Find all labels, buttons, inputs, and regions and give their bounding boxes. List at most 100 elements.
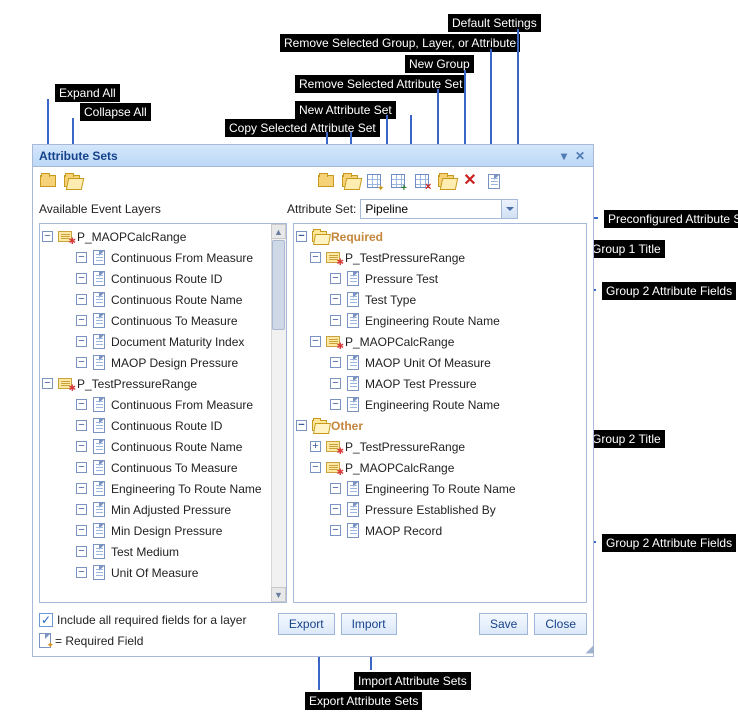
group-node[interactable]: −Other (296, 415, 584, 436)
attribute-set-tree[interactable]: −Required−P_TestPressureRange−Pressure T… (293, 223, 587, 603)
attribute-node[interactable]: −Continuous To Measure (42, 457, 284, 478)
toggle-icon[interactable]: − (76, 420, 87, 431)
remove-attribute-set-button[interactable] (411, 171, 433, 191)
layer-icon (325, 441, 341, 452)
node-label: Min Design Pressure (111, 524, 222, 538)
toggle-icon[interactable]: − (310, 252, 321, 263)
attribute-node[interactable]: −Unit Of Measure (42, 562, 284, 583)
toggle-icon[interactable]: − (76, 504, 87, 515)
attribute-node[interactable]: −Continuous To Measure (42, 310, 284, 331)
field-icon (91, 523, 107, 538)
attribute-node[interactable]: − Engineering Route Name (296, 394, 584, 415)
attribute-node[interactable]: −Continuous Route ID (42, 415, 284, 436)
attribute-node[interactable]: −MAOP Test Pressure (296, 373, 584, 394)
resize-handle[interactable]: ◢ (586, 642, 592, 655)
toggle-icon[interactable]: − (330, 294, 341, 305)
toggle-icon[interactable]: − (42, 378, 53, 389)
dropdown-icon[interactable]: ▾ (557, 149, 571, 163)
attribute-set-combo[interactable] (360, 199, 518, 219)
attribute-node[interactable]: −Continuous From Measure (42, 394, 284, 415)
attribute-set-input[interactable] (361, 200, 501, 218)
callout-import: Import Attribute Sets (354, 672, 471, 690)
layer-node[interactable]: −P_TestPressureRange (296, 247, 584, 268)
panel-title: Attribute Sets (39, 149, 118, 163)
attribute-node[interactable]: −Pressure Test (296, 268, 584, 289)
import-button[interactable]: Import (341, 613, 397, 635)
attribute-node[interactable]: −Continuous Route ID (42, 268, 284, 289)
toggle-icon[interactable]: − (330, 483, 341, 494)
layer-node[interactable]: −P_MAOPCalcRange (296, 331, 584, 352)
toggle-icon[interactable]: − (76, 441, 87, 452)
chevron-down-icon[interactable] (501, 200, 517, 218)
new-group-button[interactable] (435, 171, 457, 191)
toggle-icon[interactable]: − (330, 504, 341, 515)
toggle-icon[interactable]: − (296, 420, 307, 431)
attribute-node[interactable]: − Min Design Pressure (42, 520, 284, 541)
attribute-node[interactable]: −Continuous Route Name (42, 436, 284, 457)
expand-right-button[interactable] (315, 171, 337, 191)
expand-all-button[interactable] (37, 171, 59, 191)
scroll-thumb[interactable] (272, 240, 285, 330)
layer-node[interactable]: −P_MAOPCalcRange (42, 226, 284, 247)
toggle-icon[interactable]: − (76, 336, 87, 347)
export-button[interactable]: Export (278, 613, 335, 635)
toggle-icon[interactable]: − (76, 294, 87, 305)
save-button[interactable]: Save (479, 613, 528, 635)
layer-node[interactable]: +P_TestPressureRange (296, 436, 584, 457)
attribute-node[interactable]: − Engineering To Route Name (296, 478, 584, 499)
layer-node[interactable]: −P_TestPressureRange (42, 373, 284, 394)
attribute-node[interactable]: −Engineering Route Name (296, 310, 584, 331)
toggle-icon[interactable]: − (330, 399, 341, 410)
attribute-node[interactable]: −Min Adjusted Pressure (42, 499, 284, 520)
toggle-icon[interactable]: − (76, 252, 87, 263)
collapse-all-button[interactable] (61, 171, 83, 191)
include-required-checkbox[interactable]: ✓ (39, 613, 53, 627)
toggle-icon[interactable]: − (310, 336, 321, 347)
toggle-icon[interactable]: − (76, 546, 87, 557)
default-settings-button[interactable] (483, 171, 505, 191)
collapse-right-button[interactable] (339, 171, 361, 191)
toggle-icon[interactable]: − (76, 525, 87, 536)
close-icon[interactable]: ✕ (573, 149, 587, 163)
toggle-icon[interactable]: − (76, 273, 87, 284)
toggle-icon[interactable]: − (296, 231, 307, 242)
toggle-icon[interactable]: − (330, 525, 341, 536)
toggle-icon[interactable]: − (76, 315, 87, 326)
toggle-icon[interactable]: − (76, 357, 87, 368)
toggle-icon[interactable]: − (76, 483, 87, 494)
attribute-node[interactable]: −Continuous From Measure (42, 247, 284, 268)
attribute-node[interactable]: −Test Medium (42, 541, 284, 562)
attribute-node[interactable]: −Pressure Established By (296, 499, 584, 520)
remove-gla-button[interactable]: ✕ (459, 171, 481, 191)
toggle-icon[interactable]: − (76, 399, 87, 410)
group-node[interactable]: −Required (296, 226, 584, 247)
scrollbar[interactable]: ▲ ▼ (271, 224, 286, 602)
toggle-icon[interactable]: − (330, 378, 341, 389)
toggle-icon[interactable]: − (76, 462, 87, 473)
node-label: Continuous Route Name (111, 293, 242, 307)
scroll-up[interactable]: ▲ (271, 224, 286, 239)
close-button[interactable]: Close (534, 613, 587, 635)
available-layers-tree[interactable]: ▲ ▼ −P_MAOPCalcRange−Continuous From Mea… (39, 223, 287, 603)
attribute-node[interactable]: −Test Type (296, 289, 584, 310)
scroll-down[interactable]: ▼ (271, 587, 286, 602)
toggle-icon[interactable]: − (76, 567, 87, 578)
attribute-label: Engineering To Route Name (365, 482, 516, 496)
attribute-node[interactable]: −Engineering To Route Name (42, 478, 284, 499)
attribute-node[interactable]: −Document Maturity Index (42, 331, 284, 352)
toggle-icon[interactable]: − (330, 357, 341, 368)
node-label: MAOP Design Pressure (111, 356, 238, 370)
attribute-node[interactable]: − MAOP Design Pressure (42, 352, 284, 373)
toggle-icon[interactable]: − (42, 231, 53, 242)
toggle-icon[interactable]: + (310, 441, 321, 452)
toggle-icon[interactable]: − (310, 462, 321, 473)
attribute-node[interactable]: −MAOP Unit Of Measure (296, 352, 584, 373)
toggle-icon[interactable]: − (330, 315, 341, 326)
new-attribute-set-button[interactable] (387, 171, 409, 191)
toggle-icon[interactable]: − (330, 273, 341, 284)
attribute-node[interactable]: −MAOP Record (296, 520, 584, 541)
copy-attribute-set-button[interactable] (363, 171, 385, 191)
layer-node[interactable]: −P_MAOPCalcRange (296, 457, 584, 478)
attribute-node[interactable]: − Continuous Route Name (42, 289, 284, 310)
attribute-label: Engineering Route Name (365, 398, 500, 412)
